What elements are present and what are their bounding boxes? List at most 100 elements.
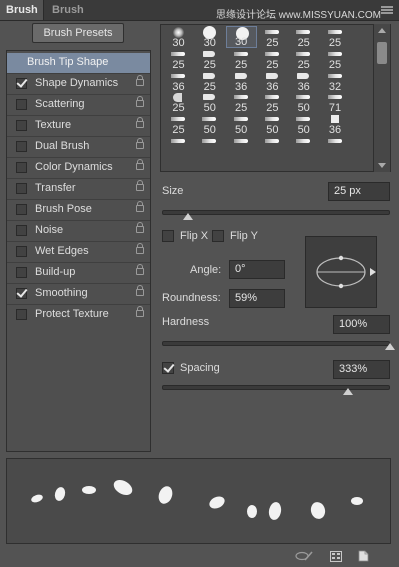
brush-tip-cell[interactable]: 50	[288, 113, 319, 136]
brush-tip-cell[interactable]: 25	[257, 48, 288, 71]
size-slider[interactable]	[162, 210, 390, 215]
option-checkbox[interactable]	[16, 120, 27, 131]
option-brush-pose[interactable]: Brush Pose	[7, 200, 150, 220]
option-checkbox[interactable]	[16, 141, 27, 152]
brush-tip-cell[interactable]: 30	[163, 26, 194, 49]
brush-tip-cell[interactable]: 32	[320, 70, 351, 93]
brush-tip-cell[interactable]: 25	[226, 48, 257, 71]
angle-field[interactable]: 0°	[229, 260, 285, 279]
option-wet-edges[interactable]: Wet Edges	[7, 242, 150, 262]
brush-tip-cell[interactable]: 50	[226, 113, 257, 136]
brush-tip-cell[interactable]: 50	[288, 91, 319, 114]
scroll-up-arrow-icon[interactable]	[378, 28, 386, 33]
brush-tip-cell[interactable]: 25	[194, 48, 225, 71]
scroll-down-arrow-icon[interactable]	[378, 163, 386, 168]
option-checkbox[interactable]	[16, 288, 27, 299]
option-smoothing[interactable]: Smoothing	[7, 284, 150, 304]
option-brush-tip-shape[interactable]: Brush Tip Shape	[7, 53, 150, 73]
lock-icon[interactable]	[136, 180, 144, 191]
brush-tip-cell[interactable]: 25	[288, 48, 319, 71]
spacing-checkbox[interactable]	[162, 362, 174, 374]
brush-tip-cell[interactable]	[194, 135, 225, 157]
new-brush-preset-icon[interactable]	[358, 550, 369, 565]
lock-icon[interactable]	[136, 201, 144, 212]
brush-tip-cell[interactable]	[288, 135, 319, 157]
tab-brush-presets[interactable]: Brush Presets	[46, 0, 132, 36]
option-protect-texture[interactable]: Protect Texture	[7, 305, 150, 325]
option-scattering[interactable]: Scattering	[7, 95, 150, 115]
brush-tip-cell[interactable]: 25	[320, 48, 351, 71]
roundness-field[interactable]: 59%	[229, 289, 285, 308]
spacing-slider-thumb[interactable]	[343, 388, 353, 395]
brush-tip-cell[interactable]: 36	[163, 70, 194, 93]
lock-icon[interactable]	[136, 222, 144, 233]
spacing-slider[interactable]	[162, 385, 390, 390]
brush-tip-cell[interactable]: 25	[257, 26, 288, 49]
brush-tip-cell[interactable]: 30	[225, 26, 257, 48]
lock-icon[interactable]	[136, 75, 144, 86]
hardness-slider-thumb[interactable]	[385, 343, 395, 350]
option-checkbox[interactable]	[16, 183, 27, 194]
lock-icon[interactable]	[136, 285, 144, 296]
brush-grid-scrollbar[interactable]	[373, 24, 390, 172]
hardness-slider[interactable]	[162, 341, 390, 346]
option-checkbox[interactable]	[16, 309, 27, 320]
option-noise[interactable]: Noise	[7, 221, 150, 241]
brush-tip-cell[interactable]	[163, 135, 194, 157]
brush-tip-cell[interactable]: 25	[320, 26, 351, 49]
flip-y-checkbox[interactable]	[212, 230, 224, 242]
brush-tip-cell[interactable]: 36	[320, 113, 351, 136]
option-shape-dynamics[interactable]: Shape Dynamics	[7, 74, 150, 94]
option-color-dynamics[interactable]: Color Dynamics	[7, 158, 150, 178]
brush-grid-icon[interactable]	[330, 551, 342, 565]
option-checkbox[interactable]	[16, 225, 27, 236]
brush-tip-cell[interactable]: 71	[320, 91, 351, 114]
brush-tip-cell[interactable]: 36	[226, 70, 257, 93]
brush-tip-cell[interactable]: 25	[163, 91, 194, 114]
brush-tip-cell[interactable]: 50	[257, 113, 288, 136]
brush-tip-cell[interactable]: 25	[194, 70, 225, 93]
option-transfer[interactable]: Transfer	[7, 179, 150, 199]
brush-tip-cell[interactable]: 25	[163, 113, 194, 136]
option-texture[interactable]: Texture	[7, 116, 150, 136]
brush-tip-cell[interactable]: 25	[163, 48, 194, 71]
brush-tip-cell[interactable]: 36	[288, 70, 319, 93]
option-checkbox[interactable]	[16, 99, 27, 110]
brush-tip-cell[interactable]: 25	[226, 91, 257, 114]
brush-tip-grid[interactable]: 30 30 30 25 25 25 25 25 25 25 25 25 36 25 36 36 36 32 25 50…	[160, 24, 391, 172]
brush-tip-cell[interactable]: 30	[194, 26, 225, 49]
lock-icon[interactable]	[136, 159, 144, 170]
brush-tip-cell[interactable]: 50	[194, 113, 225, 136]
brush-tip-cell[interactable]: 25	[257, 91, 288, 114]
size-field[interactable]: 25 px	[328, 182, 390, 201]
scroll-thumb[interactable]	[377, 42, 387, 64]
brush-tip-cell[interactable]	[257, 135, 288, 157]
option-checkbox[interactable]	[16, 204, 27, 215]
brush-tip-cell[interactable]: 50	[194, 91, 225, 114]
flip-x-checkbox[interactable]	[162, 230, 174, 242]
option-dual-brush[interactable]: Dual Brush	[7, 137, 150, 157]
hardness-field[interactable]: 100%	[333, 315, 390, 334]
brush-tip-cell[interactable]: 36	[257, 70, 288, 93]
tab-brush[interactable]: Brush	[0, 0, 44, 20]
lock-icon[interactable]	[136, 96, 144, 107]
lock-icon[interactable]	[136, 264, 144, 275]
option-checkbox[interactable]	[16, 267, 27, 278]
brush-tip-cell[interactable]	[320, 135, 351, 157]
lock-icon[interactable]	[136, 117, 144, 128]
lock-icon[interactable]	[136, 138, 144, 149]
option-checkbox[interactable]	[16, 162, 27, 173]
brush-tip-cell[interactable]: 25	[288, 26, 319, 49]
lock-icon[interactable]	[136, 243, 144, 254]
option-checkbox[interactable]	[16, 78, 27, 89]
brush-presets-button[interactable]: Brush Presets	[32, 23, 124, 43]
option-checkbox[interactable]	[16, 246, 27, 257]
toggle-live-tip-preview-icon[interactable]	[295, 551, 313, 564]
brush-tip-cell[interactable]	[226, 135, 257, 157]
lock-icon[interactable]	[136, 306, 144, 317]
option-build-up[interactable]: Build-up	[7, 263, 150, 283]
angle-roundness-widget[interactable]	[305, 236, 377, 308]
panel-menu-icon[interactable]	[381, 6, 393, 15]
size-slider-thumb[interactable]	[183, 213, 193, 220]
spacing-field[interactable]: 333%	[333, 360, 390, 379]
